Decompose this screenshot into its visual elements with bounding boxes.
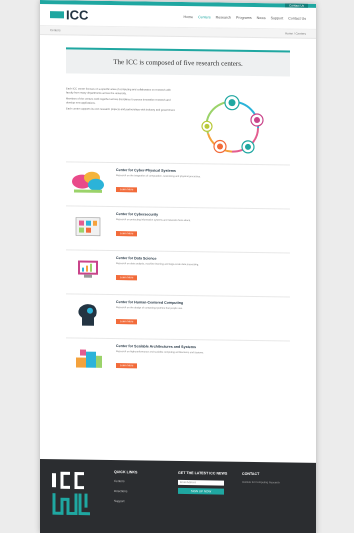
human-centered-illustration	[78, 304, 97, 326]
center-desc: Research on protecting information syste…	[116, 218, 191, 223]
center-desc: Research on the integration of computati…	[116, 174, 201, 179]
center-desc: Research on the design of computing syst…	[116, 306, 183, 310]
nav-news[interactable]: News	[257, 16, 266, 20]
centers-graphic	[178, 89, 290, 161]
list-item: Center for Scalable Architectures and Sy…	[66, 337, 290, 385]
learn-more-button[interactable]: Learn More	[116, 363, 138, 369]
list-item: Center for Cyber-Physical Systems Resear…	[66, 161, 290, 209]
learn-more-button[interactable]: Learn More	[116, 231, 138, 237]
main-nav: Home Centers Research Programs News Supp…	[183, 15, 306, 21]
center-desc: Research on data analysis, machine learn…	[116, 262, 199, 267]
intro-paragraph: Each ICC center focuses on a specific ar…	[66, 87, 171, 95]
nav-home[interactable]: Home	[183, 15, 193, 19]
learn-more-button[interactable]: Learn More	[116, 319, 138, 325]
contact-button[interactable]: Contact Us	[285, 3, 308, 8]
web-page: Contact Us ICC Home Centers Research Pro…	[40, 0, 316, 533]
nav-research[interactable]: Research	[216, 15, 231, 19]
centers-list: Center for Cyber-Physical Systems Resear…	[66, 161, 290, 385]
footer-link[interactable]: Centers	[114, 479, 170, 484]
headline-box: The ICC is composed of five research cen…	[66, 47, 290, 77]
contact-text: Institute for Computing Research	[242, 480, 280, 485]
list-item: Center for Cybersecurity Research on pro…	[66, 205, 290, 253]
footer-logo[interactable]	[50, 469, 106, 518]
nav-contact[interactable]: Contact Us	[288, 16, 306, 20]
contact-title: CONTACT	[242, 471, 260, 477]
breadcrumb-path[interactable]: Home / Centers	[285, 31, 306, 35]
center-body: Center for Data Science Research on data…	[110, 256, 290, 297]
center-desc: Research on high-performance and scalabl…	[116, 350, 204, 355]
intro-paragraph: Each center supports its own research pr…	[66, 107, 176, 113]
newsletter-title: GET THE LATEST ICC NEWS	[178, 470, 228, 476]
breadcrumb-title: Centers	[50, 28, 61, 33]
page-title: The ICC is composed of five research cen…	[113, 58, 243, 68]
intro-text: Each ICC center focuses on a specific ar…	[66, 87, 178, 159]
center-body: Center for Scalable Architectures and Sy…	[110, 344, 290, 385]
footer: QUICK LINKS Centers Directions Support G…	[40, 459, 316, 533]
data-science-illustration	[78, 260, 98, 278]
logo[interactable]: ICC	[50, 7, 88, 23]
learn-more-button[interactable]: Learn More	[116, 275, 138, 281]
quick-links-title: QUICK LINKS	[114, 470, 138, 475]
learn-more-button[interactable]: Learn More	[116, 187, 138, 193]
nav-programs[interactable]: Programs	[236, 15, 252, 19]
signup-button[interactable]: SIGN UP NOW	[178, 487, 224, 495]
center-body: Center for Human-Centered Computing Rese…	[110, 300, 290, 341]
cyber-physical-illustration	[72, 171, 104, 193]
email-field[interactable]: Email Address	[178, 479, 224, 486]
nav-centers[interactable]: Centers	[198, 15, 211, 19]
centers-ring-illustration	[201, 95, 264, 154]
intro-section: Each ICC center focuses on a specific ar…	[66, 87, 290, 160]
list-item: Center for Human-Centered Computing Rese…	[66, 293, 290, 341]
intro-paragraph: Members of the centers work together acr…	[66, 97, 171, 105]
list-item: Center for Data Science Research on data…	[66, 249, 290, 297]
center-body: Center for Cyber-Physical Systems Resear…	[110, 168, 290, 209]
footer-link[interactable]: Support	[114, 499, 170, 504]
logo-mark-icon	[50, 11, 64, 19]
logo-text: ICC	[66, 7, 89, 23]
newsletter: GET THE LATEST ICC NEWS Email Address SI…	[178, 471, 234, 533]
center-body: Center for Cybersecurity Research on pro…	[110, 212, 290, 253]
cybersecurity-illustration	[75, 217, 101, 237]
contact-column: CONTACT Institute for Computing Research	[242, 472, 298, 533]
footer-link[interactable]: Directions	[114, 489, 170, 494]
quick-links: QUICK LINKS Centers Directions Support	[114, 470, 170, 533]
nav-support[interactable]: Support	[271, 16, 284, 20]
scalable-systems-illustration	[76, 349, 102, 368]
